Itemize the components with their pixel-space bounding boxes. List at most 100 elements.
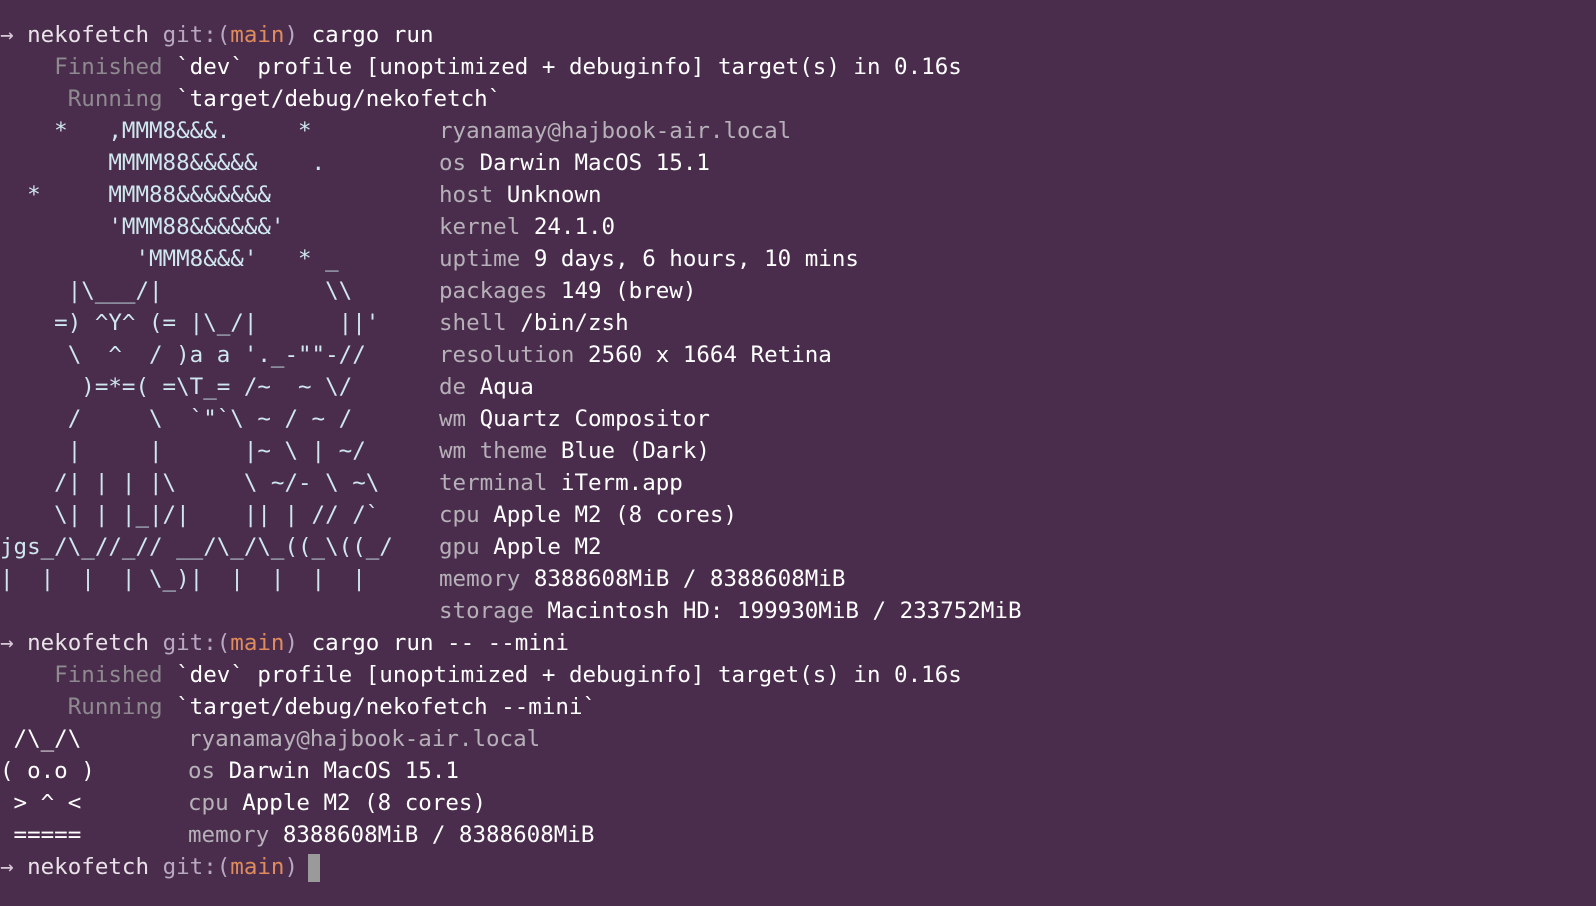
info-entry: ryanamay@hajbook-air.local (188, 723, 540, 755)
info-value: Apple M2 (8 cores) (242, 790, 487, 816)
info-entry: uptime 9 days, 6 hours, 10 mins (439, 243, 859, 275)
prompt-directory: nekofetch (27, 630, 150, 656)
info-entry: os Darwin MacOS 15.1 (439, 147, 710, 179)
cargo-running-text: `target/debug/nekofetch --mini` (176, 694, 597, 720)
info-entry: terminal iTerm.app (439, 467, 683, 499)
prompt-arrow: → (0, 630, 14, 656)
ascii-art-line: / \ `"`\ ~ / ~ / (0, 406, 353, 432)
info-key: wm (439, 406, 467, 432)
ascii-art-line: /| | | |\ \ ~/- \ ~\ (0, 470, 380, 496)
fetch-row: =) ^Y^ (= |\_/| ||' shell /bin/zsh (0, 307, 1596, 339)
prompt-line-1: → nekofetch git:(main) cargo run (0, 19, 1596, 51)
git-branch: main (230, 854, 285, 880)
info-value: Apple M2 (493, 534, 602, 560)
info-entry: memory 8388608MiB / 8388608MiB (188, 819, 594, 851)
info-key: host (439, 182, 494, 208)
fetch-row: ===== memory 8388608MiB / 8388608MiB (0, 819, 1596, 851)
ascii-art-line: 'MMM88&&&&&&' (0, 214, 285, 240)
git-label: git:( (162, 630, 231, 656)
fetch-row: 'MMM8&&&' * _ uptime 9 days, 6 hours, 10 … (0, 243, 1596, 275)
info-entry: resolution 2560 x 1664 Retina (439, 339, 832, 371)
info-value: iTerm.app (560, 470, 683, 496)
info-key: uptime (439, 246, 521, 272)
info-value: /bin/zsh (520, 310, 629, 336)
command-text: cargo run (311, 22, 434, 48)
info-entry: wm theme Blue (Dark) (439, 435, 710, 467)
info-value: Apple M2 (8 cores) (493, 502, 738, 528)
fetch-row: /| | | |\ \ ~/- \ ~\ terminal iTerm.app (0, 467, 1596, 499)
user-host: ryanamay@hajbook-air.local (439, 118, 792, 144)
cargo-running-word: Running (67, 86, 163, 112)
ascii-art-line: \ ^ / )a a '._-""-// (0, 342, 366, 368)
ascii-art-line: jgs_/\_//_// __/\_/\_((_\((_/ (0, 534, 393, 560)
info-entry: shell /bin/zsh (439, 307, 629, 339)
user-host: ryanamay@hajbook-air.local (188, 726, 541, 752)
info-entry: wm Quartz Compositor (439, 403, 710, 435)
ascii-art-line: > ^ < (0, 790, 82, 816)
ascii-art-line: /\_/\ (0, 726, 82, 752)
info-key: os (439, 150, 467, 176)
ascii-art-line: MMMM88&&&&& . (0, 150, 326, 176)
ascii-art-line: =) ^Y^ (= |\_/| ||' (0, 310, 380, 336)
info-value: 9 days, 6 hours, 10 mins (533, 246, 859, 272)
prompt-directory: nekofetch (27, 22, 150, 48)
git-label: git:( (162, 854, 231, 880)
info-key: shell (439, 310, 507, 336)
info-value: 2560 x 1664 Retina (588, 342, 832, 368)
prompt-line-final[interactable]: → nekofetch git:(main) (0, 851, 1596, 883)
info-key: cpu (188, 790, 229, 816)
neofetch-output-full: * ,MMM8&&&. * ryanamay@hajbook-air.local … (0, 115, 1596, 627)
ascii-art-line: \| | |_|/| || | // /` (0, 502, 380, 528)
git-close: ) (284, 22, 299, 48)
info-entry: kernel 24.1.0 (439, 211, 615, 243)
command-text: cargo run -- --mini (311, 630, 569, 656)
ascii-art-line: )=*=( =\T_= /~ ~ \/ (0, 374, 353, 400)
info-key: storage (439, 598, 534, 624)
prompt-arrow: → (0, 22, 14, 48)
cargo-finished-line: Finished `dev` profile [unoptimized + de… (0, 659, 1596, 691)
git-branch: main (230, 22, 285, 48)
info-entry: os Darwin MacOS 15.1 (188, 755, 459, 787)
info-key: gpu (439, 534, 480, 560)
prompt-directory: nekofetch (27, 854, 150, 880)
info-value: 149 (brew) (560, 278, 697, 304)
info-key: de (439, 374, 467, 400)
fetch-row: / \ `"`\ ~ / ~ / wm Quartz Compositor (0, 403, 1596, 435)
ascii-art-line: | | |~ \ | ~/ (0, 438, 366, 464)
cargo-running-line: Running `target/debug/nekofetch --mini` (0, 691, 1596, 723)
info-key: cpu (439, 502, 480, 528)
fetch-row: ( o.o ) os Darwin MacOS 15.1 (0, 755, 1596, 787)
git-label: git:( (162, 22, 231, 48)
ascii-art-line: | | | | \_)| | | | | (0, 566, 366, 592)
fetch-row: \ ^ / )a a '._-""-// resolution 2560 x 16… (0, 339, 1596, 371)
info-value: Macintosh HD: 199930MiB / 233752MiB (547, 598, 1022, 624)
info-key: memory (188, 822, 270, 848)
fetch-row: )=*=( =\T_= /~ ~ \/ de Aqua (0, 371, 1596, 403)
info-value: Darwin MacOS 15.1 (228, 758, 459, 784)
info-key: packages (439, 278, 548, 304)
git-close: ) (284, 630, 299, 656)
info-key: os (188, 758, 216, 784)
info-value: 24.1.0 (533, 214, 616, 240)
fetch-row: \| | |_|/| || | // /` cpu Apple M2 (8 cor… (0, 499, 1596, 531)
info-entry: memory 8388608MiB / 8388608MiB (439, 563, 845, 595)
neofetch-output-mini: /\_/\ ryanamay@hajbook-air.local ( o.o ) os… (0, 723, 1596, 851)
info-entry: storage Macintosh HD: 199930MiB / 233752… (439, 595, 1022, 627)
info-value: 8388608MiB / 8388608MiB (533, 566, 846, 592)
git-close: ) (284, 854, 299, 880)
info-key: wm theme (439, 438, 548, 464)
info-entry: de Aqua (439, 371, 534, 403)
cargo-finished-word: Finished (54, 662, 163, 688)
fetch-row: storage Macintosh HD: 199930MiB / 233752… (0, 595, 1596, 627)
terminal-window[interactable]: → nekofetch git:(main) cargo run Finishe… (0, 0, 1596, 906)
info-value: Aqua (479, 374, 534, 400)
ascii-art-line: 'MMM8&&&' * _ (0, 246, 339, 272)
info-key: kernel (439, 214, 521, 240)
info-entry: ryanamay@hajbook-air.local (439, 115, 791, 147)
ascii-art-line: ( o.o ) (0, 758, 95, 784)
ascii-art-line: * ,MMM8&&&. * (0, 118, 312, 144)
fetch-row: | | |~ \ | ~/ wm theme Blue (Dark) (0, 435, 1596, 467)
text-cursor[interactable] (308, 853, 321, 882)
ascii-art-line: * MMM88&&&&&&& (0, 182, 271, 208)
info-entry: packages 149 (brew) (439, 275, 696, 307)
